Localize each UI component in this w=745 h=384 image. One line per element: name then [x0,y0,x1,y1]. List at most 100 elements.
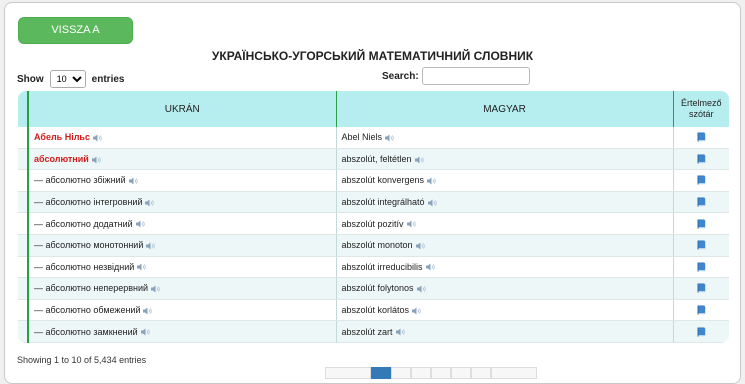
book-icon[interactable] [697,283,706,293]
ukrainian-term: Абель Нільс [34,132,90,143]
hungarian-cell: abszolút konvergens [336,169,674,192]
hungarian-cell: abszolút, feltétlen [336,148,674,171]
table-row: — абсолютно збіжний abszolút konvergens [18,169,729,192]
speaker-icon[interactable] [385,134,395,142]
ukrainian-cell: Абель Нільс [28,127,337,149]
speaker-icon[interactable] [414,156,425,164]
speaker-icon[interactable] [395,328,406,336]
speaker-icon[interactable] [143,307,153,315]
book-icon[interactable] [697,154,706,164]
speaker-icon[interactable] [151,285,161,293]
pagination-next[interactable] [491,367,537,379]
book-icon[interactable] [697,327,706,337]
header-hungarian[interactable]: MAGYAR [336,91,674,127]
ukrainian-cell: — абсолютно неперервний [28,277,337,300]
speaker-icon[interactable] [415,242,426,250]
book-icon[interactable] [697,219,706,229]
ukrainian-cell: — абсолютно обмежений [28,299,337,322]
pagination-page[interactable] [391,367,411,379]
dictionary-cell [673,277,729,300]
ukrainian-term: — абсолютно незвідний [34,261,135,272]
hungarian-term: abszolút integrálható [341,197,425,208]
dictionary-cell [673,234,729,257]
pagination-page[interactable] [411,367,431,379]
pagination [325,367,537,379]
speaker-icon[interactable] [427,199,438,207]
ukrainian-cell: — абсолютно інтегровний [28,191,337,214]
ukrainian-term: абсолютний [34,153,89,164]
hungarian-term: abszolút, feltétlen [341,153,412,164]
book-icon[interactable] [697,305,706,315]
dictionary-cell [673,148,729,171]
ukrainian-term: — абсолютно неперервний [34,283,149,294]
speaker-icon[interactable] [145,199,155,207]
pagination-page[interactable] [451,367,471,379]
speaker-icon[interactable] [406,220,417,228]
table-row: — абсолютно інтегровний abszolút integrál… [18,191,729,214]
speaker-icon[interactable] [135,220,146,228]
search-input[interactable] [421,67,530,85]
speaker-icon[interactable] [91,156,102,164]
hungarian-term: abszolút folytonos [341,283,414,294]
speaker-icon[interactable] [128,177,139,185]
search-control: Search: [382,67,530,85]
dictionary-cell [673,191,729,214]
speaker-icon[interactable] [146,242,156,250]
table-header-row: UKRÁN MAGYAR Értelmező szótár [18,91,729,127]
row-marker [18,191,29,214]
dictionary-table: UKRÁN MAGYAR Értelmező szótár Абель Ніль… [18,91,729,343]
pagination-page-current[interactable] [371,367,391,379]
speaker-icon[interactable] [427,177,437,185]
page-frame: VISSZA A FŐOLDALRA УКРАЇНСЬКО-УГОРСЬКИЙ … [4,2,741,384]
speaker-icon[interactable] [416,285,427,293]
page-size-select[interactable]: 10 [49,70,86,88]
speaker-icon[interactable] [140,328,151,336]
ukrainian-cell: абсолютний [28,148,337,171]
hungarian-cell: Abel Niels [336,127,674,149]
ukrainian-cell: — абсолютно додатний [28,212,337,235]
back-to-home-button[interactable]: VISSZA A FŐOLDALRA [18,17,133,61]
table-row: — абсолютно монотонний abszolút monoton [18,234,729,257]
pagination-page[interactable] [431,367,451,379]
ukrainian-term: — абсолютно замкнений [34,326,138,337]
row-marker [18,277,29,300]
hungarian-cell: abszolút korlátos [336,299,674,322]
book-icon[interactable] [697,132,706,142]
row-marker [18,256,29,279]
table-row: — абсолютно замкнений abszolút zart [18,320,729,343]
page-title: УКРАЇНСЬКО-УГОРСЬКИЙ МАТЕМАТИЧНИЙ СЛОВНИ… [211,49,534,63]
book-icon[interactable] [697,262,706,272]
pagination-page[interactable] [471,367,491,379]
row-marker [18,127,29,149]
search-label: Search: [382,70,419,82]
header-index[interactable] [18,91,29,127]
table-row: — абсолютно додатний abszolút pozitív [18,212,729,235]
hungarian-cell: abszolút zart [336,320,674,343]
show-label: Show [17,73,44,85]
row-marker [18,148,29,171]
hungarian-term: abszolút pozitív [341,218,404,229]
speaker-icon[interactable] [425,263,436,271]
hungarian-term: abszolút monoton [341,240,413,251]
dictionary-cell [673,127,729,149]
table-row: Абель Нільс Abel Niels [18,127,729,149]
header-explanatory-dictionary[interactable]: Értelmező szótár [673,91,729,127]
header-ukrainian[interactable]: UKRÁN [28,91,337,127]
dictionary-cell [673,320,729,343]
speaker-icon[interactable] [137,263,147,271]
hungarian-term: abszolút irreducibilis [341,261,423,272]
ukrainian-term: — абсолютно монотонний [34,240,144,251]
hungarian-term: Abel Niels [341,132,383,143]
pagination-prev[interactable] [325,367,371,379]
table-row: — абсолютно обмежений abszolút korlátos [18,299,729,322]
ukrainian-term: — абсолютно інтегровний [34,197,143,208]
ukrainian-cell: — абсолютно монотонний [28,234,337,257]
book-icon[interactable] [697,175,706,185]
speaker-icon[interactable] [92,134,103,142]
row-marker [18,299,29,322]
hungarian-cell: abszolút integrálható [336,191,674,214]
hungarian-cell: abszolút pozitív [336,212,674,235]
speaker-icon[interactable] [412,307,422,315]
book-icon[interactable] [697,240,706,250]
book-icon[interactable] [697,197,706,207]
